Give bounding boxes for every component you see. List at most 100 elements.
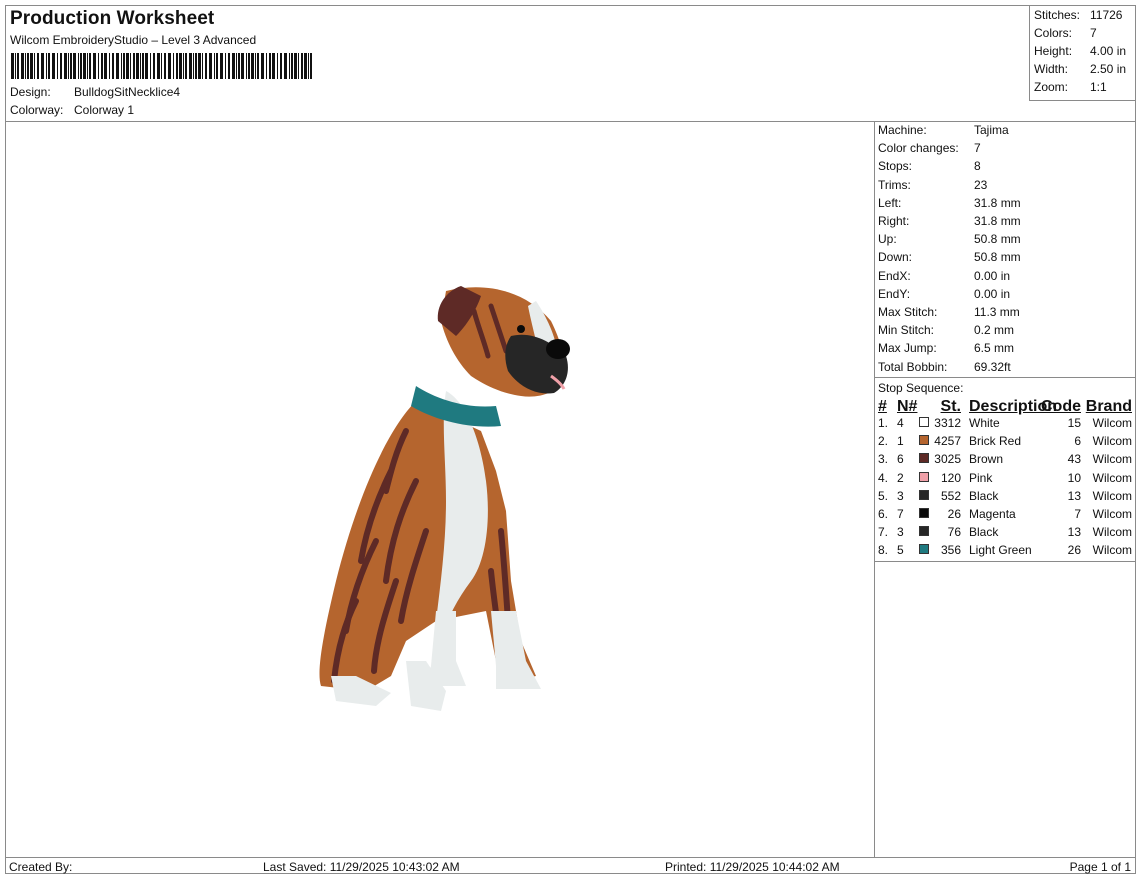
machine-info-value: 50.8 mm xyxy=(974,250,1021,265)
page-title: Production Worksheet xyxy=(10,8,215,29)
machine-info-value: 69.32ft xyxy=(974,359,1011,374)
row-number: 7. xyxy=(878,525,889,540)
thread-brand: Wilcom xyxy=(1092,452,1132,467)
barcode-bar xyxy=(238,53,240,79)
barcode-bar xyxy=(228,53,230,79)
machine-info-label: Max Jump: xyxy=(878,341,937,356)
barcode-bar xyxy=(216,53,218,79)
colorway-row: Colorway: Colorway 1 xyxy=(10,103,134,117)
machine-info-value: 8 xyxy=(974,159,981,174)
stat-value: 11726 xyxy=(1090,8,1123,22)
stat-stitches: Stitches: 11726 xyxy=(1034,8,1122,22)
barcode-bar xyxy=(17,53,19,79)
stop-sequence-row: 2. 1 4257 Brick Red 6 Wilcom xyxy=(875,434,1135,450)
barcode-bar xyxy=(37,53,39,79)
color-code: 15 xyxy=(1067,416,1081,430)
barcode-bar xyxy=(109,53,110,79)
machine-info-row: Max Stitch: 11.3 mm xyxy=(878,305,1020,319)
barcode-bar xyxy=(220,53,223,79)
thread-brand: Wilcom xyxy=(1092,525,1132,540)
barcode-bar xyxy=(21,53,24,79)
stop-sequence-row: 8. 5 356 Light Green 26 Wilcom xyxy=(875,543,1135,559)
barcode-bar xyxy=(140,53,141,79)
barcode-bar xyxy=(153,53,155,79)
machine-info-panel: Machine: Tajima Color changes: 7 Stops: 8 Trim… xyxy=(875,121,1135,857)
barcode-bar xyxy=(280,53,282,79)
color-code: 43 xyxy=(1067,452,1081,467)
stat-value: 2.50 in xyxy=(1090,62,1127,76)
barcode-bar xyxy=(93,53,96,79)
stop-sequence-row: 1. 4 3312 White 15 Wilcom xyxy=(875,416,1135,432)
barcode-bar xyxy=(198,53,201,79)
barcode-bar xyxy=(52,53,55,79)
barcode-bar xyxy=(232,53,235,79)
color-description: Magenta xyxy=(969,507,1016,521)
barcode-bar xyxy=(68,53,69,79)
barcode-bar xyxy=(83,53,86,79)
barcode-bar xyxy=(98,53,99,79)
barcode-bar xyxy=(236,53,237,79)
colorway-label: Colorway: xyxy=(10,103,64,117)
design-row: Design: BulldogSitNecklice4 xyxy=(10,85,180,99)
barcode-bar xyxy=(202,53,203,79)
barcode-bar xyxy=(126,53,129,79)
barcode-bar xyxy=(195,53,197,79)
stat-label: Height: xyxy=(1034,44,1073,58)
machine-info-value: 31.8 mm xyxy=(974,195,1021,210)
barcode-bar xyxy=(80,53,82,79)
stat-value: 7 xyxy=(1090,26,1097,40)
stop-sequence-title: Stop Sequence: xyxy=(878,381,964,395)
column-header-brand: Brand xyxy=(1085,398,1132,415)
design-label: Design: xyxy=(10,85,51,99)
machine-info-row: Up: 50.8 mm xyxy=(878,232,1021,246)
row-number: 8. xyxy=(878,543,889,558)
barcode-bar xyxy=(89,53,91,79)
needle-number: 4 xyxy=(897,416,904,430)
barcode-bar xyxy=(189,53,192,79)
row-number: 5. xyxy=(878,488,889,503)
barcode-bar xyxy=(209,53,212,79)
barcode-bar xyxy=(266,53,267,79)
barcode-bar xyxy=(176,53,178,79)
column-header-code: Code xyxy=(1041,398,1081,415)
barcode-bar xyxy=(116,53,119,79)
stat-colors: Colors: 7 xyxy=(1034,26,1097,40)
stitch-count: 26 xyxy=(947,507,961,521)
thread-brand: Wilcom xyxy=(1092,488,1132,503)
machine-info-row: Trims: 23 xyxy=(878,178,987,192)
barcode-bar xyxy=(123,53,125,79)
machine-info-row: Machine: Tajima xyxy=(878,123,1009,137)
barcode-bar xyxy=(142,53,144,79)
needle-number: 6 xyxy=(897,452,904,467)
color-description: Light Green xyxy=(969,543,1032,558)
barcode-bar xyxy=(145,53,148,79)
color-swatch xyxy=(919,489,929,500)
stop-sequence-row: 7. 3 76 Black 13 Wilcom xyxy=(875,525,1135,541)
color-swatch xyxy=(919,453,929,464)
machine-info-value: 6.5 mm xyxy=(974,341,1015,356)
machine-info-label: Total Bobbin: xyxy=(878,359,948,374)
barcode-bar xyxy=(70,53,72,79)
color-swatch xyxy=(919,417,929,427)
barcode-bar xyxy=(27,53,29,79)
barcode-bar xyxy=(168,53,171,79)
machine-info-value: 7 xyxy=(974,141,981,156)
needle-number: 2 xyxy=(897,470,904,485)
thread-brand: Wilcom xyxy=(1092,470,1132,485)
color-swatch xyxy=(919,471,929,482)
column-header-num: # xyxy=(878,398,887,415)
machine-info-label: Left: xyxy=(878,195,902,210)
barcode-bar xyxy=(164,53,166,79)
worksheet-footer: Created By: Last Saved: 11/29/2025 10:43… xyxy=(6,857,1135,875)
barcode-bar xyxy=(41,53,44,79)
design-value: BulldogSitNecklice4 xyxy=(74,85,181,99)
column-header-st: St. xyxy=(940,398,961,415)
barcode-bar xyxy=(78,53,79,79)
machine-info-value: 11.3 mm xyxy=(974,305,1020,319)
stitch-count: 3312 xyxy=(934,416,961,430)
stitch-count: 120 xyxy=(940,470,961,485)
barcode-bar xyxy=(104,53,107,79)
color-description: Black xyxy=(969,525,999,540)
barcode-bar xyxy=(272,53,275,79)
machine-info-value: Tajima xyxy=(974,123,1009,137)
